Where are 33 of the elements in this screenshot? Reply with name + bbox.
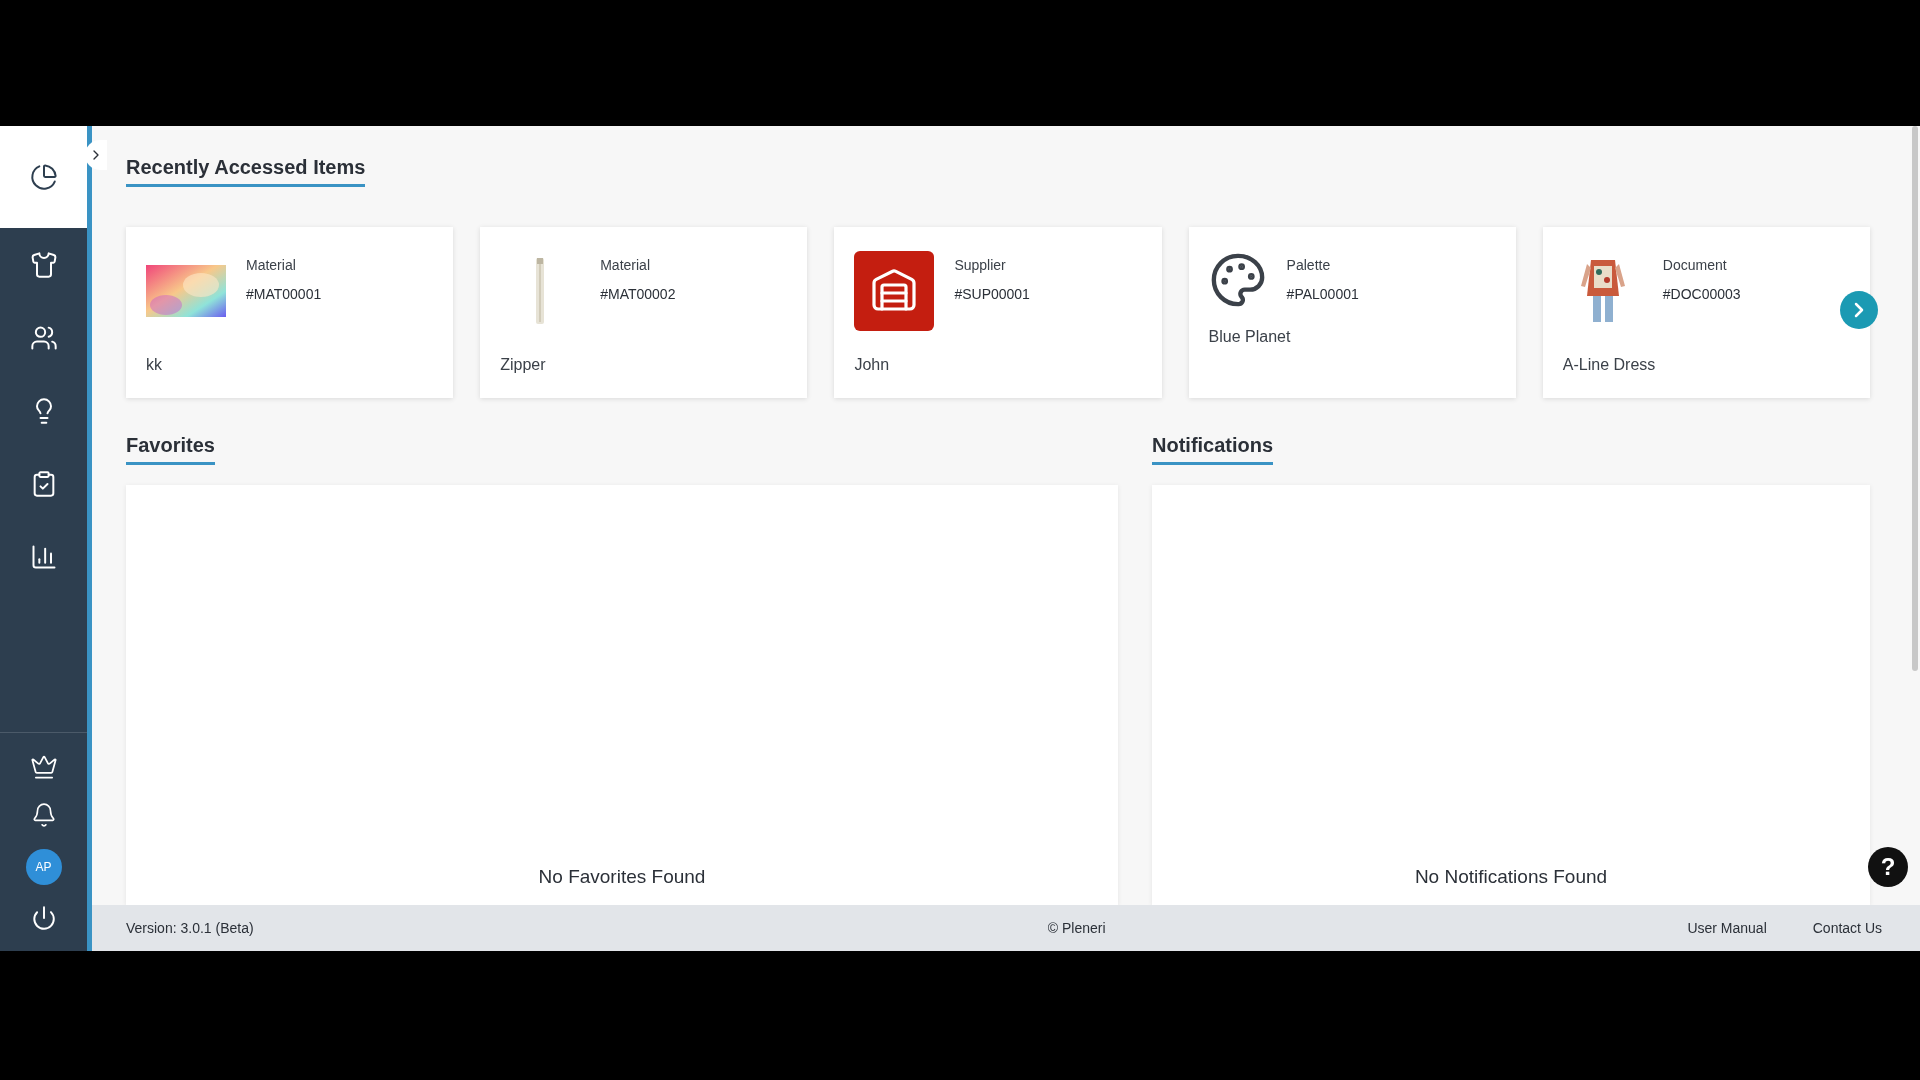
recent-item-card[interactable]: Document #DOC00003 A-Line Dress <box>1542 227 1870 398</box>
pie-chart-icon <box>29 163 58 191</box>
version-text: Version: 3.0.1 (Beta) <box>126 918 255 938</box>
empty-message: No Notifications Found <box>1414 864 1608 889</box>
item-name: Blue Planet <box>1208 327 1292 347</box>
recent-item-card[interactable]: Material #MAT00001 kk <box>126 227 454 398</box>
section-title: Favorites <box>126 430 215 465</box>
recent-item-card[interactable]: Material #MAT00002 Zipper <box>480 227 808 398</box>
recent-item-card[interactable]: Supplier #SUP00001 John <box>834 227 1162 398</box>
section-title: Notifications <box>1152 430 1274 465</box>
recent-item-card[interactable]: Palette #PAL00001 Blue Planet <box>1188 227 1516 398</box>
item-type: Document <box>1662 256 1728 275</box>
item-code: #MAT00002 <box>600 285 676 304</box>
item-code: #MAT00001 <box>246 285 322 304</box>
shirt-icon <box>29 250 58 279</box>
item-name: Zipper <box>500 355 547 375</box>
item-type: Material <box>246 256 297 275</box>
item-name: A-Line Dress <box>1562 355 1657 375</box>
item-type: Supplier <box>954 256 1007 275</box>
item-code: #SUP00001 <box>954 285 1030 304</box>
item-code: #DOC00003 <box>1662 285 1741 304</box>
item-type: Palette <box>1286 256 1332 275</box>
help-button[interactable]: ? <box>1868 847 1908 887</box>
empty-message: No Favorites Found <box>538 864 706 889</box>
item-name: John <box>854 355 891 375</box>
footer-link[interactable]: Contact Us <box>1812 917 1882 939</box>
power-icon[interactable] <box>30 905 57 931</box>
item-type: Material <box>600 256 651 275</box>
section-title: Recently Accessed Items <box>126 152 366 187</box>
item-code: #PAL00001 <box>1286 285 1359 304</box>
footer-link[interactable]: User Manual <box>1687 917 1767 939</box>
copyright-text: © Pleneri <box>1046 918 1107 938</box>
item-name: kk <box>146 355 163 375</box>
